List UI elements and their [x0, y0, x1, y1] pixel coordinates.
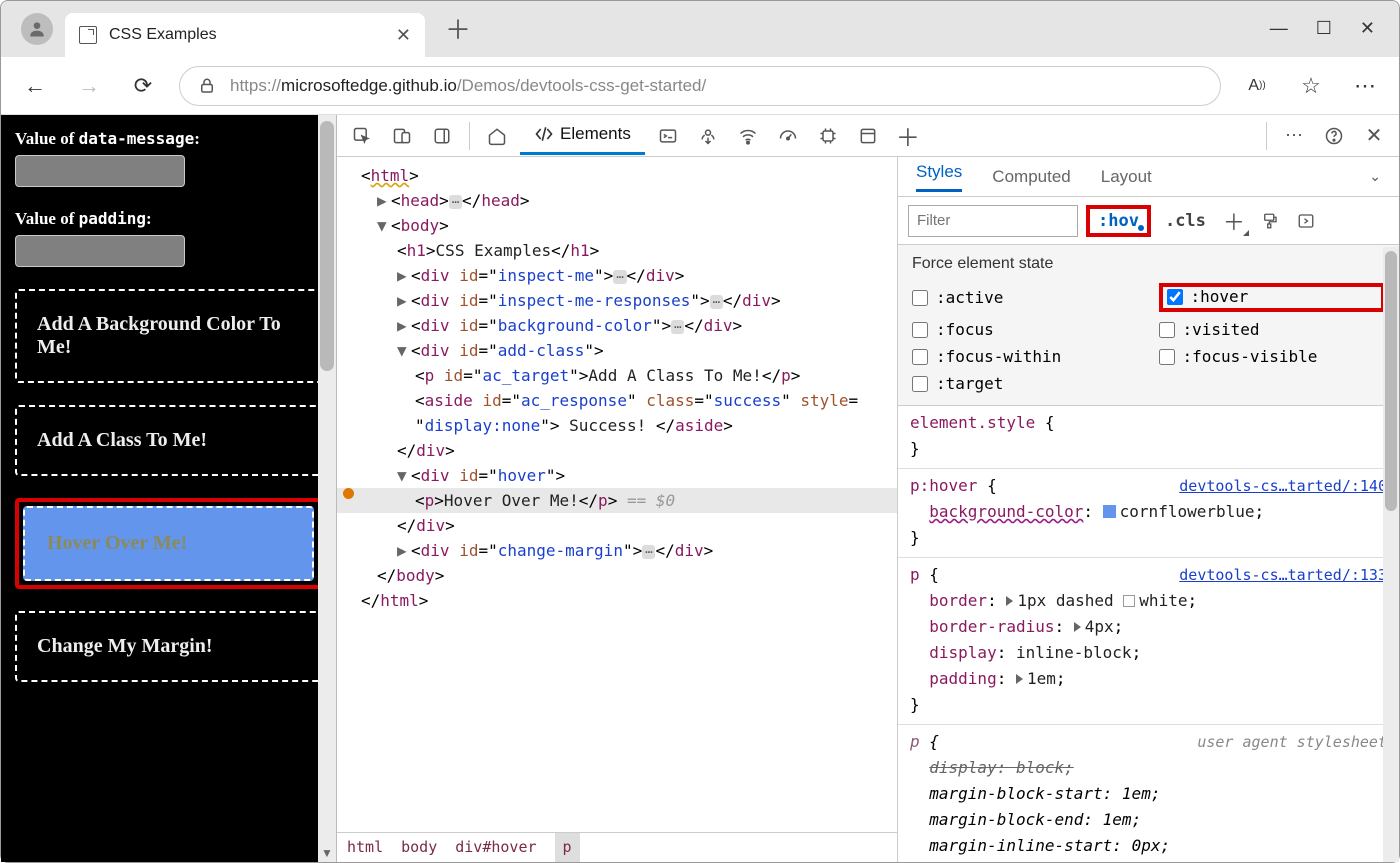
filter-input[interactable]	[908, 205, 1078, 237]
close-tab-icon[interactable]: ✕	[396, 25, 411, 46]
read-aloud-icon[interactable]: A))	[1239, 68, 1275, 104]
hov-toggle-button[interactable]: :hov	[1086, 205, 1151, 237]
label-data-message: Value of data-message:	[15, 129, 322, 149]
help-icon[interactable]	[1317, 119, 1351, 153]
close-window-button[interactable]: ✕	[1360, 18, 1375, 39]
close-devtools-icon[interactable]: ✕	[1357, 119, 1391, 153]
css-rules[interactable]: element.style {} devtools-cs…tarted/:140…	[898, 406, 1399, 862]
profile-avatar[interactable]	[21, 13, 53, 45]
inspect-icon[interactable]	[345, 119, 379, 153]
force-state-title: Force element state	[912, 255, 1385, 273]
label-padding: Value of padding:	[15, 209, 322, 229]
url-text: https://microsoftedge.github.io/Demos/de…	[230, 76, 706, 96]
lock-icon	[198, 77, 216, 95]
console-icon[interactable]	[651, 119, 685, 153]
address-bar: ← → ⟳ https://microsoftedge.github.io/De…	[1, 57, 1399, 115]
memory-icon[interactable]	[811, 119, 845, 153]
tab-computed[interactable]: Computed	[992, 167, 1070, 187]
new-tab-button[interactable]: ＋	[445, 10, 471, 47]
scrollbar-thumb[interactable]	[320, 121, 334, 371]
chk-hover[interactable]: :hover	[1167, 287, 1249, 306]
chk-target[interactable]: :target	[912, 374, 1139, 393]
white-swatch-icon[interactable]	[1123, 595, 1135, 607]
box-change-margin[interactable]: Change My Margin!	[15, 611, 322, 682]
crumb-p[interactable]: p	[555, 833, 580, 862]
cornflowerblue-swatch-icon[interactable]	[1103, 505, 1116, 518]
more-icon[interactable]: ⋯	[1347, 68, 1383, 104]
cls-toggle-button[interactable]: .cls	[1159, 209, 1212, 233]
source-link[interactable]: devtools-cs…tarted/:140	[1179, 473, 1387, 499]
forward-button: →	[71, 68, 107, 104]
performance-icon[interactable]	[771, 119, 805, 153]
tab-elements[interactable]: Elements	[520, 116, 645, 155]
chk-active[interactable]: :active	[912, 283, 1139, 312]
device-icon[interactable]	[385, 119, 419, 153]
force-state-panel: Force element state :active :hover :focu…	[898, 245, 1399, 406]
devtools: Elements ＋ ⋯ ✕ <html> ▶<head>⋯</head> ▼<…	[336, 115, 1399, 862]
devtools-toolbar: Elements ＋ ⋯ ✕	[337, 115, 1399, 157]
box-hover[interactable]: Hover Over Me!	[23, 506, 314, 581]
crumb-div-hover[interactable]: div#hover	[455, 835, 536, 860]
crumb-html[interactable]: html	[347, 835, 383, 860]
input-padding[interactable]	[15, 235, 185, 267]
chk-focus[interactable]: :focus	[912, 320, 1139, 339]
paint-icon[interactable]	[1256, 207, 1284, 235]
chk-focus-visible[interactable]: :focus-visible	[1159, 347, 1386, 366]
browser-tab[interactable]: CSS Examples ✕	[65, 13, 425, 57]
computed-panel-icon[interactable]	[1292, 207, 1320, 235]
styles-tabs: Styles Computed Layout ⌄	[898, 157, 1399, 197]
chk-focus-within[interactable]: :focus-within	[912, 347, 1139, 366]
box-add-class[interactable]: Add A Class To Me!	[15, 405, 322, 476]
back-button[interactable]: ←	[17, 68, 53, 104]
application-icon[interactable]	[851, 119, 885, 153]
welcome-icon[interactable]	[480, 119, 514, 153]
more-tools-icon[interactable]: ⋯	[1277, 119, 1311, 153]
highlight-hover-checkbox: :hover	[1159, 283, 1386, 312]
window-controls: — ☐ ✕	[1270, 18, 1399, 57]
refresh-button[interactable]: ⟳	[125, 68, 161, 104]
network-icon[interactable]	[731, 119, 765, 153]
dom-tree[interactable]: <html> ▶<head>⋯</head> ▼<body> <h1>CSS E…	[337, 157, 897, 862]
input-data-message[interactable]	[15, 155, 185, 187]
favorite-icon[interactable]: ☆	[1293, 68, 1329, 104]
new-style-rule-icon[interactable]: ＋	[1220, 207, 1248, 235]
box-background-color[interactable]: Add A Background Color To Me!	[15, 289, 322, 383]
url-field[interactable]: https://microsoftedge.github.io/Demos/de…	[179, 66, 1221, 106]
panel-icon[interactable]	[425, 119, 459, 153]
webpage-view: Value of data-message: Value of padding:…	[1, 115, 336, 862]
styles-pane: Styles Computed Layout ⌄ :hov .cls ＋ For…	[897, 157, 1399, 862]
styles-filter-bar: :hov .cls ＋	[898, 197, 1399, 245]
plus-icon[interactable]: ＋	[891, 119, 925, 153]
tab-title: CSS Examples	[109, 26, 384, 44]
force-state-indicator-icon	[343, 488, 354, 499]
styles-scrollbar[interactable]	[1383, 247, 1399, 862]
chevron-down-icon[interactable]: ⌄	[1369, 168, 1381, 185]
highlight-hover-box: Hover Over Me!	[15, 498, 322, 589]
crumb-body[interactable]: body	[401, 835, 437, 860]
maximize-button[interactable]: ☐	[1316, 18, 1332, 39]
browser-tab-strip: CSS Examples ✕ ＋ — ☐ ✕	[1, 1, 1399, 57]
source-link[interactable]: devtools-cs…tarted/:133	[1179, 562, 1387, 588]
page-icon	[79, 26, 97, 44]
page-scrollbar[interactable]: ▲ ▼	[318, 115, 336, 862]
minimize-button[interactable]: —	[1270, 18, 1288, 39]
sources-icon[interactable]	[691, 119, 725, 153]
chk-visited[interactable]: :visited	[1159, 320, 1386, 339]
tab-layout[interactable]: Layout	[1101, 167, 1152, 187]
breadcrumbs[interactable]: html body div#hover p	[337, 832, 897, 862]
tab-styles[interactable]: Styles	[916, 162, 962, 192]
